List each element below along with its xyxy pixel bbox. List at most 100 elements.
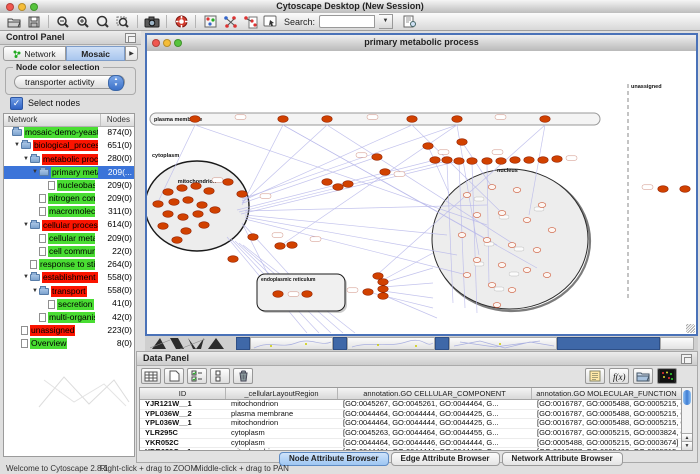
network-node[interactable] — [533, 248, 541, 253]
network-window-titlebar[interactable]: primary metabolic process — [147, 35, 696, 52]
network-node[interactable] — [158, 223, 168, 230]
tree-row[interactable]: Overview8(0) — [4, 337, 134, 350]
network-node[interactable] — [163, 189, 173, 196]
help-lifesaver-icon[interactable] — [173, 14, 189, 29]
network-node[interactable] — [407, 116, 417, 123]
network-node[interactable] — [523, 218, 531, 223]
tree-row[interactable]: cell communicat22(0) — [4, 245, 134, 258]
network-node[interactable] — [373, 273, 383, 280]
network-node[interactable] — [508, 288, 516, 293]
network-node[interactable] — [183, 197, 193, 204]
network-node[interactable] — [658, 186, 668, 193]
select-attributes-icon[interactable] — [141, 368, 161, 384]
snapshot-camera-icon[interactable] — [144, 14, 160, 29]
network-node[interactable] — [538, 157, 548, 164]
zoom-selected-icon[interactable] — [115, 14, 131, 29]
tree-row[interactable]: mosaic-demo-yeast874(0) — [4, 126, 134, 139]
network-node[interactable] — [482, 158, 492, 165]
network-node[interactable] — [380, 169, 390, 176]
table-column-header[interactable]: _cellularLayoutRegion — [226, 388, 338, 399]
table-column-header[interactable]: annotation.GO MOLECULAR_FUNCTION — [532, 388, 682, 399]
network-node[interactable] — [513, 188, 521, 193]
zoom-fit-icon[interactable] — [95, 14, 111, 29]
network-canvas[interactable]: plasma membranecytoplasmmitochondrionnuc… — [147, 51, 696, 334]
network-node[interactable] — [163, 211, 173, 218]
network-node[interactable] — [191, 183, 201, 190]
network-node[interactable] — [287, 242, 297, 249]
network-node[interactable] — [322, 116, 332, 123]
tree-row[interactable]: multi-organism pro42(0) — [4, 311, 134, 324]
network-node[interactable] — [454, 158, 464, 165]
matrix-view-icon[interactable] — [657, 368, 677, 384]
resize-grip-icon[interactable] — [686, 324, 695, 333]
network-node[interactable] — [193, 211, 203, 218]
network-node[interactable] — [275, 243, 285, 250]
network-node[interactable] — [493, 303, 501, 308]
network-node[interactable] — [543, 273, 551, 278]
tab-network[interactable]: Network — [3, 46, 66, 61]
vizmapper-icon[interactable] — [202, 14, 218, 29]
network-node[interactable] — [442, 157, 452, 164]
refresh-attributes-icon[interactable] — [401, 14, 417, 29]
tree-row[interactable]: nitrogen compo209(0) — [4, 192, 134, 205]
table-row[interactable]: YLR295Ccytoplasm[GO:0045263, GO:0044464,… — [140, 429, 682, 439]
data-panel-float-icon[interactable] — [681, 354, 692, 364]
network-node[interactable] — [223, 179, 233, 186]
network-node[interactable] — [278, 116, 288, 123]
import-table-icon[interactable] — [585, 368, 605, 384]
table-row[interactable]: YJR121W__1mitochondrion[GO:0045267, GO:0… — [140, 400, 682, 410]
table-row[interactable]: YKR052Ccytoplasm[GO:0044464, GO:0044446,… — [140, 439, 682, 449]
network-node[interactable] — [498, 211, 506, 216]
table-row[interactable]: YDR039C__1mitochondrion[GO:0044464, GO:0… — [140, 448, 682, 451]
table-column-header[interactable]: ID — [140, 388, 226, 399]
tree-row[interactable]: ▼primary metabo209(... — [4, 166, 134, 179]
network-node[interactable] — [508, 243, 516, 248]
disclosure-triangle-icon[interactable]: ▼ — [22, 153, 30, 166]
network-node[interactable] — [172, 237, 182, 244]
network-node[interactable] — [463, 273, 471, 278]
unselect-attributes-icon[interactable] — [210, 368, 230, 384]
background-window-edge[interactable] — [435, 337, 449, 350]
float-panel-icon[interactable] — [125, 33, 136, 43]
network-node[interactable] — [228, 256, 238, 263]
background-window-preview[interactable] — [449, 337, 557, 350]
disclosure-triangle-icon[interactable]: ▼ — [13, 139, 21, 152]
tab-mosaic[interactable]: Mosaic — [66, 46, 125, 61]
network-node[interactable] — [177, 185, 187, 192]
network-node[interactable] — [204, 188, 214, 195]
network-node[interactable] — [197, 202, 207, 209]
disclosure-triangle-icon[interactable]: ▼ — [31, 285, 39, 298]
network-node[interactable] — [302, 291, 312, 298]
network-node[interactable] — [510, 157, 520, 164]
search-dropdown-arrow-icon[interactable]: ▼ — [379, 14, 393, 29]
network-node[interactable] — [523, 268, 531, 273]
network-node[interactable] — [237, 191, 247, 198]
network-node[interactable] — [498, 263, 506, 268]
formula-builder-icon[interactable]: f(x) — [609, 368, 629, 384]
open-attributes-folder-icon[interactable] — [633, 368, 653, 384]
network-node[interactable] — [372, 154, 382, 161]
layout-nodes-b-icon[interactable] — [242, 14, 258, 29]
table-column-header[interactable]: annotation.GO CELLULAR_COMPONENT — [338, 388, 532, 399]
tree-row[interactable]: secretion41(0) — [4, 297, 134, 310]
scrollbar-thumb[interactable] — [683, 390, 691, 405]
background-window-edge[interactable] — [557, 337, 660, 350]
network-node[interactable] — [458, 233, 466, 238]
network-node[interactable] — [322, 179, 332, 186]
network-node[interactable] — [153, 201, 163, 208]
network-node[interactable] — [463, 193, 471, 198]
select-nodes-checkbox[interactable]: ✓ — [10, 97, 23, 110]
tree-row[interactable]: response to stimulu264(0) — [4, 258, 134, 271]
background-window-preview[interactable] — [660, 337, 694, 350]
network-node[interactable] — [248, 234, 258, 241]
select-all-attributes-icon[interactable] — [187, 368, 207, 384]
search-input[interactable] — [319, 15, 375, 28]
annotation-icon[interactable] — [262, 14, 278, 29]
network-node[interactable] — [548, 228, 556, 233]
tree-row[interactable]: ▼establishment of lo558(0) — [4, 271, 134, 284]
network-node[interactable] — [496, 158, 506, 165]
tree-row[interactable]: macromolecule311(0) — [4, 205, 134, 218]
tree-row[interactable]: ▼biological_process651(0) — [4, 139, 134, 152]
network-node[interactable] — [273, 291, 283, 298]
network-node[interactable] — [378, 279, 388, 286]
